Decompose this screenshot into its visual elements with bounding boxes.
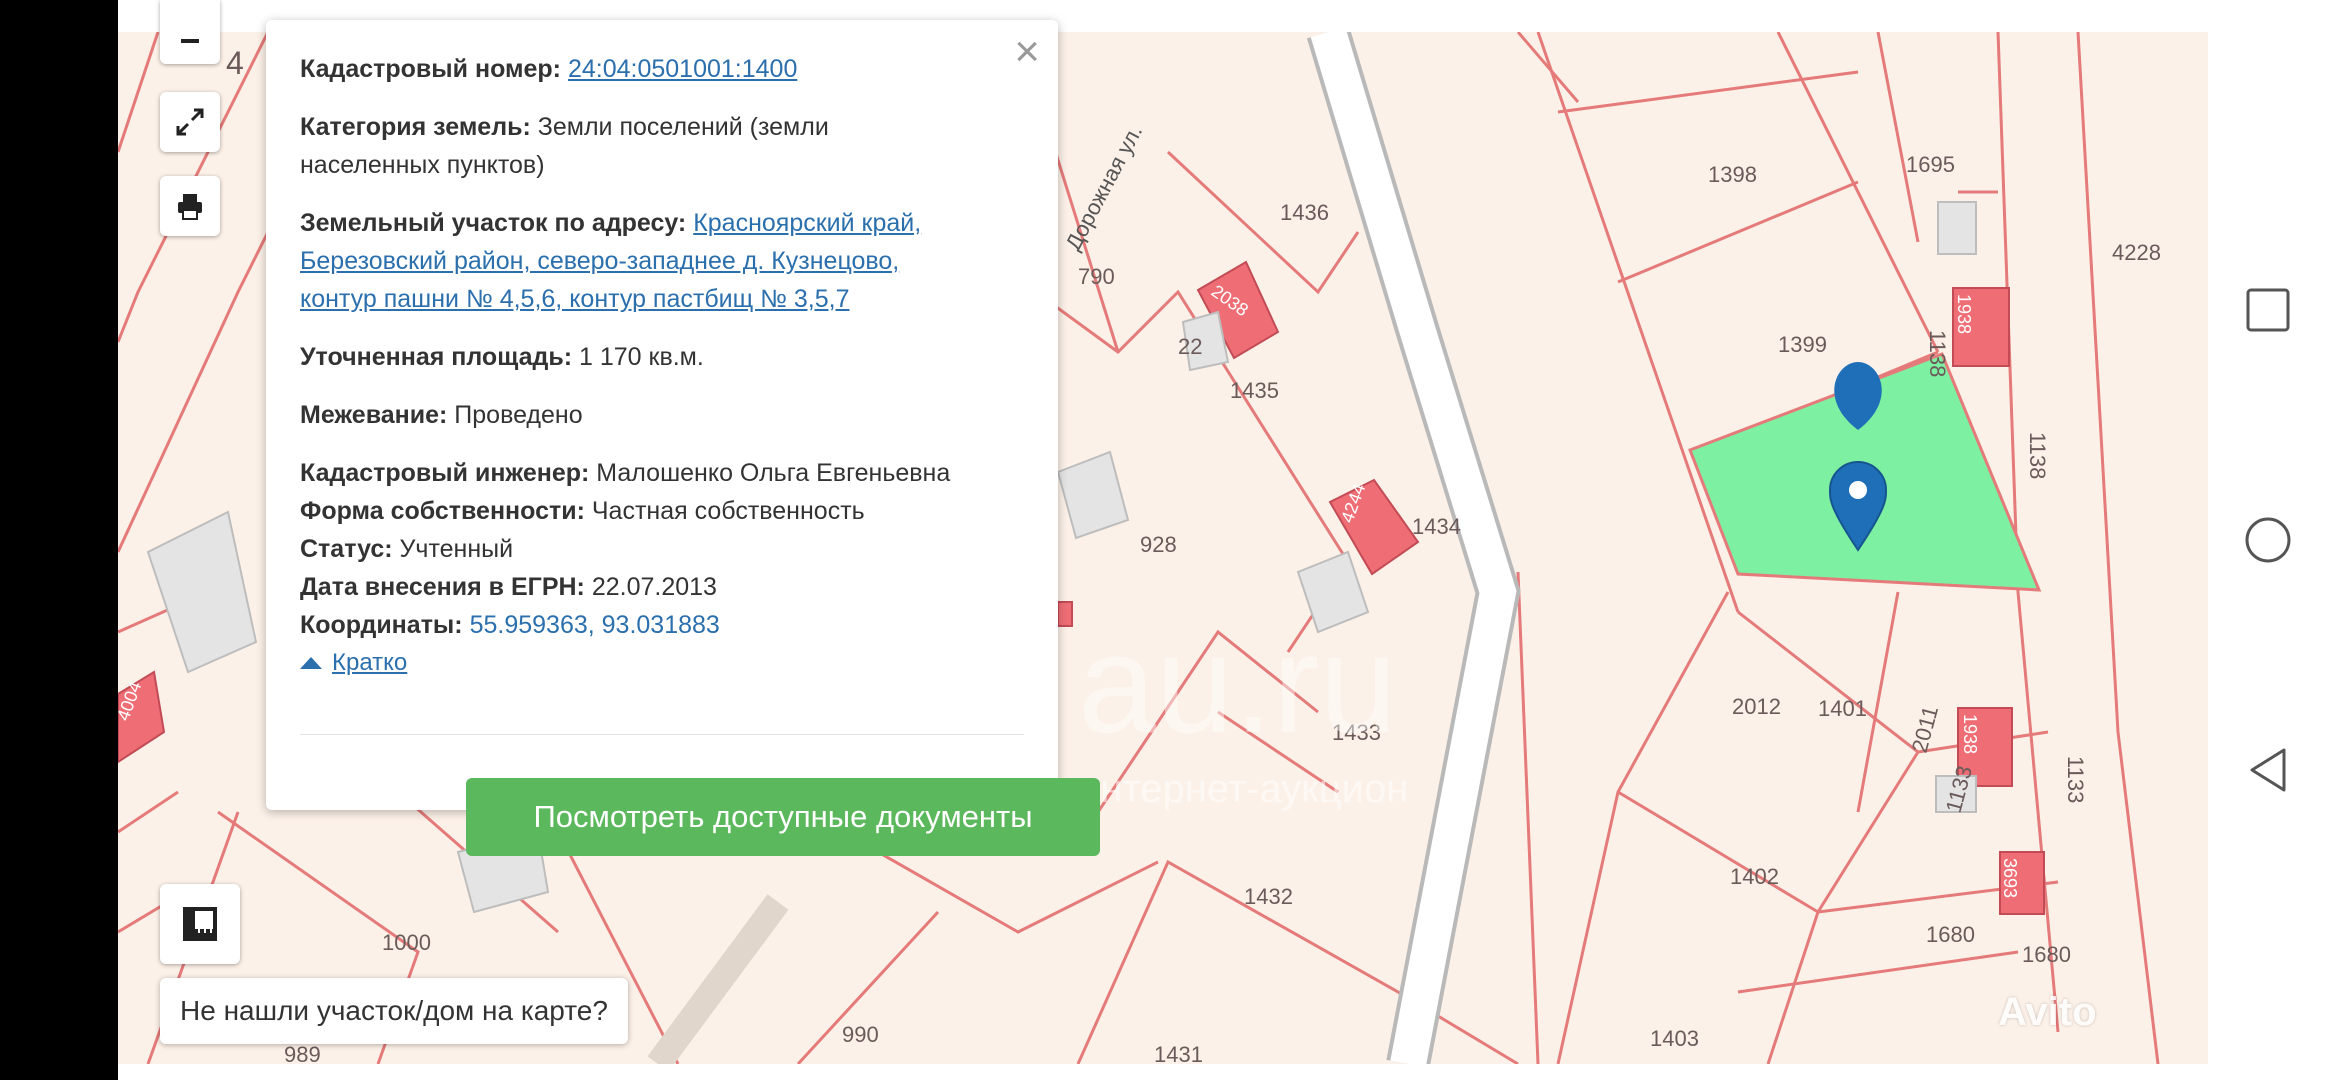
recent-apps-square-icon[interactable]: [2244, 286, 2292, 334]
watermark-au-sub: интернет-аукцион: [1078, 767, 1408, 811]
home-circle-icon[interactable]: [2244, 516, 2292, 564]
popup-divider: [300, 734, 1024, 735]
status-row: Статус: Учтенный: [300, 530, 1024, 568]
parcel-label: 1432: [1244, 884, 1293, 909]
back-triangle-icon[interactable]: [2244, 746, 2292, 794]
parcel-label: 1398: [1708, 162, 1757, 187]
coordinates-label: Координаты:: [300, 611, 463, 639]
area-row: Уточненная площадь: 1 170 кв.м.: [300, 338, 1024, 376]
parcel-label: 1434: [1412, 514, 1461, 539]
parcel-label: 2012: [1732, 694, 1781, 719]
survey-label: Межевание:: [300, 401, 448, 429]
map-screen: 1398 1695 4228 1399 1138 1138 1436 1435 …: [118, 0, 2208, 1080]
parcel-label: 4228: [2112, 240, 2161, 265]
cadastral-number-label: Кадастровый номер:: [300, 55, 561, 83]
collapse-label: Кратко: [332, 649, 408, 676]
parcel-label: 1680: [2022, 942, 2071, 967]
cadastral-number-link[interactable]: 24:04:0501001:1400: [568, 55, 797, 83]
not-found-label: Не нашли участок/дом на карте?: [180, 995, 608, 1026]
address-row: Земельный участок по адресу: Красноярски…: [300, 204, 1024, 318]
engineer-row: Кадастровый инженер: Малошенко Ольга Евг…: [300, 454, 1024, 492]
expand-icon: [176, 108, 204, 136]
ruler-button[interactable]: [160, 884, 240, 964]
address-link[interactable]: Красноярский край,: [693, 209, 921, 237]
address-label: Земельный участок по адресу:: [300, 209, 687, 237]
building-label: 3693: [2000, 858, 2020, 898]
status-value: Учтенный: [399, 535, 514, 563]
parcel-label: 790: [1078, 264, 1115, 289]
minus-icon: [181, 39, 199, 43]
parcel-label: 1436: [1280, 200, 1329, 225]
land-category-value: Земли поселений (земли: [537, 113, 829, 141]
egrn-date-row: Дата внесения в ЕГРН: 22.07.2013: [300, 568, 1024, 606]
building-label: 1938: [1954, 294, 1974, 334]
parcel-label: 1435: [1230, 378, 1279, 403]
parcel-label: 22: [1178, 334, 1202, 359]
triangle-up-icon: [300, 657, 322, 669]
ownership-label: Форма собственности:: [300, 497, 585, 525]
ruler-icon: [183, 907, 217, 941]
parcel-label: 1133: [2063, 756, 2088, 803]
address-link-cont2[interactable]: контур пашни № 4,5,6, контур пастбищ № 3…: [300, 285, 850, 313]
status-label: Статус:: [300, 535, 393, 563]
close-icon[interactable]: ×: [1014, 30, 1040, 74]
survey-row: Межевание: Проведено: [300, 396, 1024, 434]
survey-value: Проведено: [454, 401, 583, 429]
parcel-label: 1000: [382, 930, 431, 955]
area-value: 1 170 кв.м.: [579, 343, 704, 371]
building-label: 1938: [1960, 714, 1980, 754]
parcel-label: 1402: [1730, 864, 1779, 889]
watermark-au: au.ru: [1078, 605, 1397, 762]
fullscreen-button[interactable]: [160, 92, 220, 152]
address-link-cont[interactable]: Березовский район, северо-западнее д. Ку…: [300, 247, 899, 275]
coordinates-row: Координаты: 55.959363, 93.031883: [300, 606, 1024, 644]
avito-watermark: Avito: [1998, 990, 2097, 1035]
parcel-label: 1138: [2025, 432, 2050, 479]
parcel-label: 1399: [1778, 332, 1827, 357]
ownership-row: Форма собственности: Частная собственнос…: [300, 492, 1024, 530]
parcel-label: 1431: [1154, 1042, 1203, 1064]
parcel-label: 1403: [1650, 1026, 1699, 1051]
parcel-label: 1695: [1906, 152, 1955, 177]
land-category-value-cont: населенных пунктов): [300, 151, 545, 179]
land-category-label: Категория земель:: [300, 113, 531, 141]
not-found-parcel-button[interactable]: Не нашли участок/дом на карте?: [160, 978, 628, 1044]
printer-icon: [178, 194, 202, 220]
egrn-date-label: Дата внесения в ЕГРН:: [300, 573, 585, 601]
area-label: Уточненная площадь:: [300, 343, 573, 371]
cadastral-number-row: Кадастровый номер: 24:04:0501001:1400: [300, 50, 1024, 88]
ownership-value: Частная собственность: [591, 497, 865, 525]
parcel-label: 4: [226, 45, 244, 81]
avito-watermark-text: Avito: [1998, 990, 2097, 1034]
land-category-row: Категория земель: Земли поселений (земли…: [300, 108, 1024, 184]
street-label: Дорожная ул.: [1060, 121, 1147, 255]
system-nav-bar: [2208, 0, 2340, 1080]
collapse-toggle[interactable]: Кратко: [300, 644, 1024, 682]
parcel-label: 1138: [1925, 330, 1950, 377]
egrn-date-value: 22.07.2013: [591, 573, 717, 601]
coordinates-value[interactable]: 55.959363, 93.031883: [470, 611, 720, 639]
parcel-label: 1401: [1818, 696, 1867, 721]
parcel-label: 1680: [1926, 922, 1975, 947]
engineer-label: Кадастровый инженер:: [300, 459, 590, 487]
engineer-value: Малошенко Ольга Евгеньевна: [596, 459, 951, 487]
zoom-out-button[interactable]: [160, 0, 220, 64]
print-button[interactable]: [160, 176, 220, 236]
parcel-label: 990: [842, 1022, 879, 1047]
parcel-label: 928: [1140, 532, 1177, 557]
parcel-label: 989: [284, 1042, 321, 1064]
view-documents-button[interactable]: Посмотреть доступные документы: [466, 778, 1100, 856]
parcel-info-popup: × Кадастровый номер: 24:04:0501001:1400 …: [266, 20, 1100, 856]
